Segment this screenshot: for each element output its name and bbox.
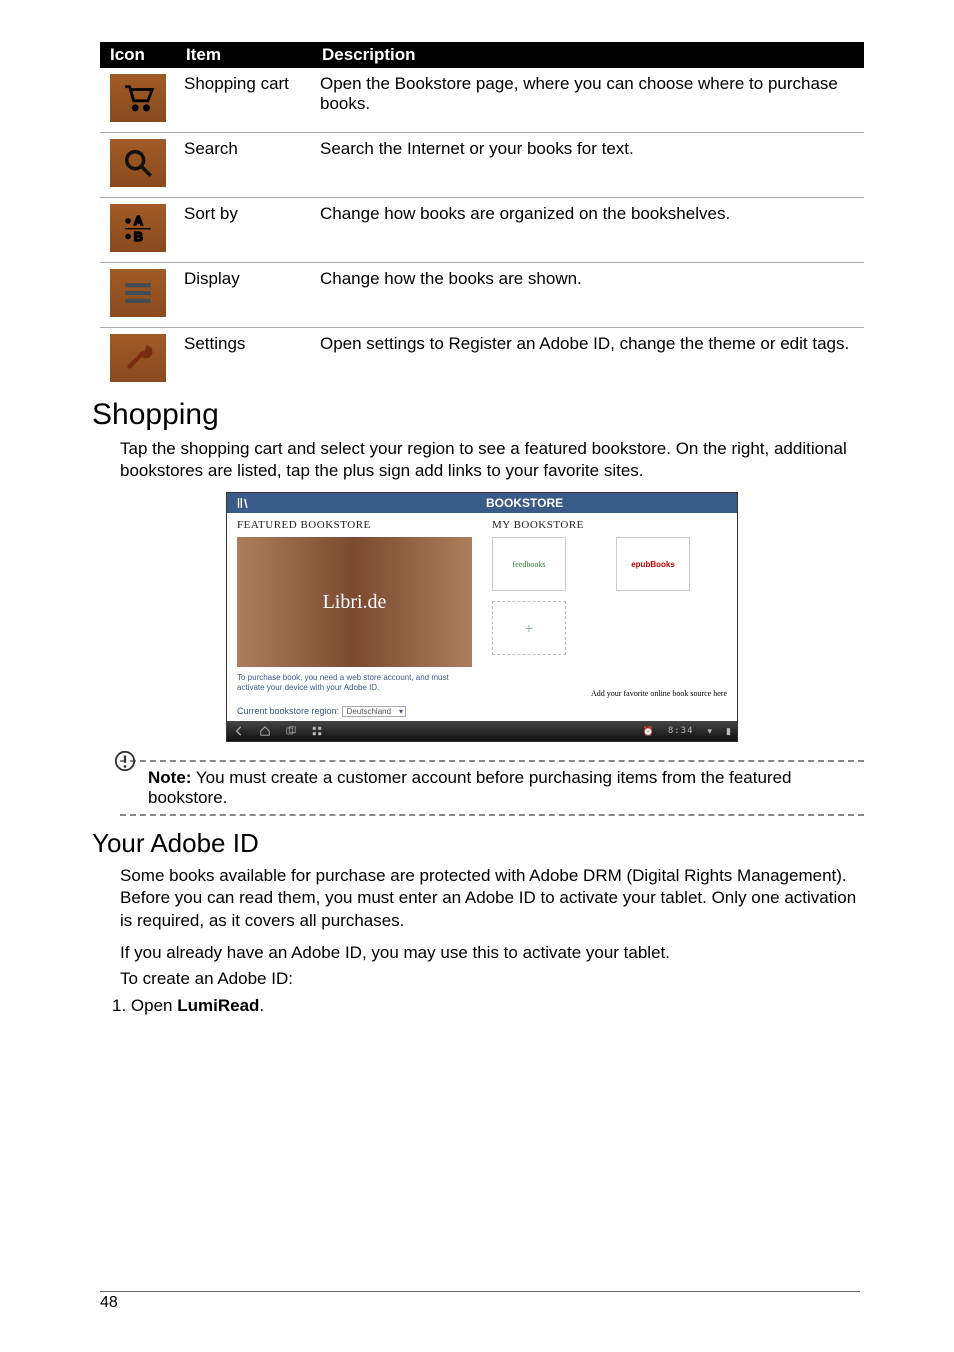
item-desc: Change how the books are shown. — [312, 263, 864, 328]
heading-adobe-id: Your Adobe ID — [92, 828, 864, 859]
tile-epubbooks[interactable]: epubBooks — [616, 537, 690, 591]
para-adobe1: Some books available for purchase are pr… — [120, 865, 864, 931]
alarm-icon: ⏰ — [643, 726, 654, 737]
note-label: Note: — [148, 768, 191, 787]
home-icon[interactable] — [259, 725, 271, 737]
ss-purchase-note: To purchase book, you need a web store a… — [237, 673, 472, 692]
item-label: Settings — [176, 328, 312, 393]
item-label: Display — [176, 263, 312, 328]
my-bookstore-label: MY BOOKSTORE — [492, 519, 727, 531]
android-navbar: ⏰ 8:34 ▾ ▮ — [227, 721, 737, 741]
add-source-text: Add your favorite online book source her… — [492, 689, 727, 698]
page-number: 48 — [100, 1291, 860, 1312]
tile-feedbooks[interactable]: feedbooks — [492, 537, 566, 591]
para-shopping: Tap the shopping cart and select your re… — [120, 438, 864, 482]
apps-icon[interactable] — [311, 725, 323, 737]
item-desc: Search the Internet or your books for te… — [312, 133, 864, 198]
col-description: Description — [312, 42, 864, 68]
note-block: Note: You must create a customer account… — [120, 760, 864, 816]
back-icon[interactable] — [233, 725, 245, 737]
svg-text:B: B — [134, 229, 143, 244]
settings-icon — [110, 334, 166, 382]
bookstore-screenshot: BOOKSTORE FEATURED BOOKSTORE Libri.de To… — [226, 492, 738, 742]
item-label: Search — [176, 133, 312, 198]
para-adobe2: If you already have an Adobe ID, you may… — [120, 942, 864, 964]
sort-icon: AB — [110, 204, 166, 252]
region-label: Current bookstore region: — [237, 706, 339, 716]
battery-icon: ▮ — [726, 726, 731, 737]
tile-add[interactable]: + — [492, 601, 566, 655]
item-desc: Change how books are organized on the bo… — [312, 198, 864, 263]
item-label: Sort by — [176, 198, 312, 263]
wifi-icon: ▾ — [708, 726, 713, 737]
note-text: You must create a customer account befor… — [148, 768, 792, 807]
cart-icon — [110, 74, 166, 122]
recent-icon[interactable] — [285, 725, 297, 737]
display-icon — [110, 269, 166, 317]
region-dropdown[interactable]: Deutschland — [342, 706, 406, 717]
heading-shopping: Shopping — [92, 398, 864, 432]
plus-icon: + — [525, 620, 533, 636]
icon-description-table: Icon Item Description Shopping cart Open… — [100, 42, 864, 392]
item-desc: Open settings to Register an Adobe ID, c… — [312, 328, 864, 393]
para-adobe3: To create an Adobe ID: — [120, 968, 864, 990]
item-label: Shopping cart — [176, 68, 312, 133]
step-1: 1. Open LumiRead. — [112, 996, 864, 1016]
item-desc: Open the Bookstore page, where you can c… — [312, 68, 864, 133]
screenshot-title: BOOKSTORE — [486, 496, 737, 510]
featured-bookstore-label: FEATURED BOOKSTORE — [237, 519, 472, 531]
search-icon — [110, 139, 166, 187]
col-icon: Icon — [100, 42, 176, 68]
libri-tile[interactable]: Libri.de — [237, 537, 472, 667]
svg-text:A: A — [134, 213, 143, 228]
col-item: Item — [176, 42, 312, 68]
note-icon — [114, 750, 136, 777]
books-icon — [235, 496, 249, 510]
clock-time: 8:34 — [668, 726, 694, 736]
